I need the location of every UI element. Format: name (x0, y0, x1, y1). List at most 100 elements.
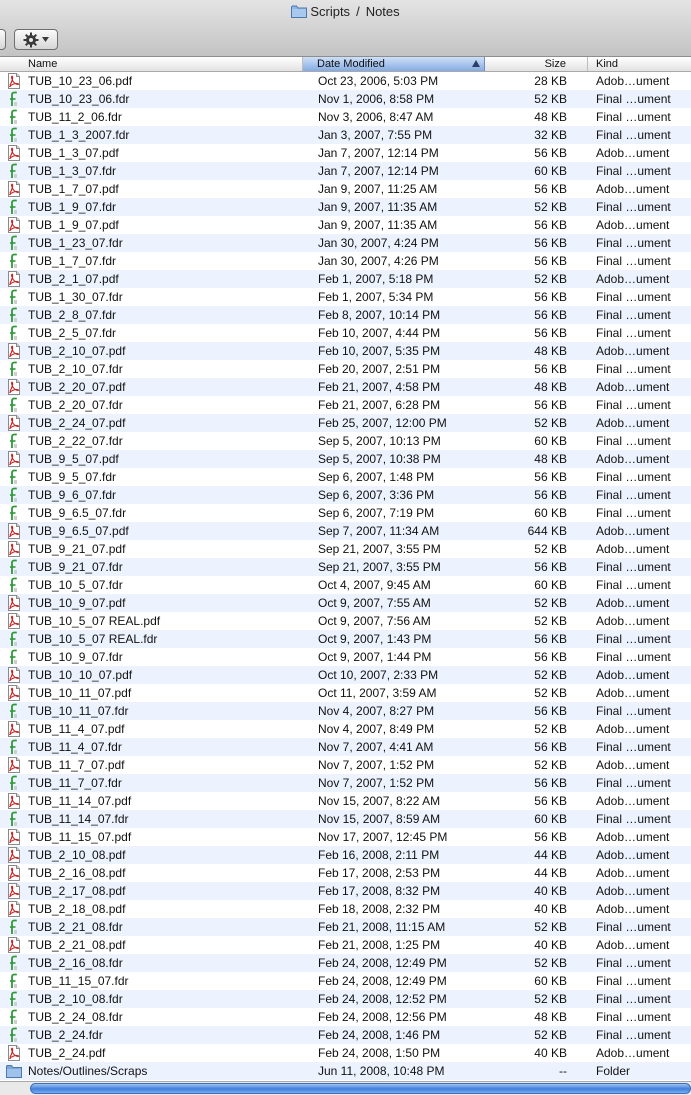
pdf-file-icon (6, 541, 22, 557)
file-row[interactable]: TUB_10_23_06.fdr Nov 1, 2006, 8:58 PM 52 K… (0, 90, 691, 108)
file-row[interactable]: TUB_2_16_08.pdf Feb 17, 2008, 2:53 PM 44 K… (0, 864, 691, 882)
file-row[interactable]: TUB_2_8_07.fdr Feb 8, 2007, 10:14 PM 56 KB… (0, 306, 691, 324)
file-row[interactable]: TUB_10_9_07.pdf Oct 9, 2007, 7:55 AM 52 KB… (0, 594, 691, 612)
file-row[interactable]: TUB_10_11_07.fdr Nov 4, 2007, 8:27 PM 56 K… (0, 702, 691, 720)
file-row[interactable]: TUB_11_15_07.fdr Feb 24, 2008, 12:49 PM 60… (0, 972, 691, 990)
file-row[interactable]: TUB_10_11_07.pdf Oct 11, 2007, 3:59 AM 52 … (0, 684, 691, 702)
file-row[interactable]: TUB_2_16_08.fdr Feb 24, 2008, 12:49 PM 52 … (0, 954, 691, 972)
file-row[interactable]: TUB_11_7_07.fdr Nov 7, 2007, 1:52 PM 56 KB… (0, 774, 691, 792)
title-current-folder: Notes (365, 4, 400, 19)
file-date-modified: Feb 24, 2008, 1:50 PM (318, 1046, 441, 1060)
file-row[interactable]: TUB_11_2_06.fdr Nov 3, 2006, 8:47 AM 48 KB… (0, 108, 691, 126)
folder-row[interactable]: Notes/Outlines/Scraps Jun 11, 2008, 10:48… (0, 1062, 691, 1080)
file-size: 56 KB (534, 290, 567, 304)
file-row[interactable]: TUB_10_10_07.pdf Oct 10, 2007, 2:33 PM 52 … (0, 666, 691, 684)
final-draft-file-icon (6, 559, 22, 575)
file-row[interactable]: TUB_11_7_07.pdf Nov 7, 2007, 1:52 PM 52 KB… (0, 756, 691, 774)
file-row[interactable]: TUB_2_5_07.fdr Feb 10, 2007, 4:44 PM 56 KB… (0, 324, 691, 342)
file-size: 52 KB (534, 722, 567, 736)
file-row[interactable]: TUB_2_10_08.fdr Feb 24, 2008, 12:52 PM 52 … (0, 990, 691, 1008)
file-date-modified: Feb 18, 2008, 2:32 PM (318, 902, 441, 916)
file-kind: Adob…ument (596, 146, 670, 160)
file-row[interactable]: TUB_2_21_08.pdf Feb 21, 2008, 1:25 PM 40 K… (0, 936, 691, 954)
final-draft-file-icon (6, 955, 22, 971)
file-row[interactable]: TUB_1_30_07.fdr Feb 1, 2007, 5:34 PM 56 KB… (0, 288, 691, 306)
file-size: 56 KB (534, 740, 567, 754)
file-row[interactable]: TUB_9_6_07.fdr Sep 6, 2007, 3:36 PM 56 KB F… (0, 486, 691, 504)
file-row[interactable]: TUB_9_6.5_07.fdr Sep 6, 2007, 7:19 PM 60 K… (0, 504, 691, 522)
file-row[interactable]: TUB_2_20_07.pdf Feb 21, 2007, 4:58 PM 48 K… (0, 378, 691, 396)
file-size: -- (559, 1064, 567, 1078)
file-name: TUB_2_24.pdf (28, 1046, 106, 1060)
file-row[interactable]: TUB_2_24_07.pdf Feb 25, 2007, 12:00 PM 52 … (0, 414, 691, 432)
file-row[interactable]: TUB_10_23_06.pdf Oct 23, 2006, 5:03 PM 28 … (0, 72, 691, 90)
file-row[interactable]: TUB_11_14_07.fdr Nov 15, 2007, 8:59 AM 60 … (0, 810, 691, 828)
file-name: TUB_2_16_08.pdf (28, 866, 126, 880)
file-row[interactable]: TUB_1_3_2007.fdr Jan 3, 2007, 7:55 PM 32 K… (0, 126, 691, 144)
file-kind: Adob…ument (596, 848, 670, 862)
file-row[interactable]: TUB_2_22_07.fdr Sep 5, 2007, 10:13 PM 60 K… (0, 432, 691, 450)
file-row[interactable]: TUB_11_4_07.fdr Nov 7, 2007, 4:41 AM 56 KB… (0, 738, 691, 756)
file-row[interactable]: TUB_10_5_07.fdr Oct 4, 2007, 9:45 AM 60 KB… (0, 576, 691, 594)
file-kind: Final …ument (596, 470, 671, 484)
file-row[interactable]: TUB_9_21_07.pdf Sep 21, 2007, 3:55 PM 52 K… (0, 540, 691, 558)
file-kind: Final …ument (596, 1028, 671, 1042)
column-header-name[interactable]: Name (0, 57, 303, 71)
file-size: 56 KB (534, 488, 567, 502)
file-row[interactable]: TUB_11_14_07.pdf Nov 15, 2007, 8:22 AM 56 … (0, 792, 691, 810)
file-size: 56 KB (534, 326, 567, 340)
file-row[interactable]: TUB_1_23_07.fdr Jan 30, 2007, 4:24 PM 56 K… (0, 234, 691, 252)
file-date-modified: Oct 4, 2007, 9:45 AM (318, 578, 431, 592)
file-kind: Final …ument (596, 362, 671, 376)
file-row[interactable]: TUB_2_24.pdf Feb 24, 2008, 1:50 PM 40 KB Ad… (0, 1044, 691, 1062)
final-draft-file-icon (6, 649, 22, 665)
file-row[interactable]: TUB_2_10_07.fdr Feb 20, 2007, 2:51 PM 56 K… (0, 360, 691, 378)
file-kind: Adob…ument (596, 722, 670, 736)
file-row[interactable]: TUB_9_5_07.pdf Sep 5, 2007, 10:38 PM 48 KB… (0, 450, 691, 468)
file-size: 56 KB (534, 794, 567, 808)
column-header-kind[interactable]: Kind (588, 57, 691, 71)
file-row[interactable]: TUB_10_9_07.fdr Oct 9, 2007, 1:44 PM 56 KB… (0, 648, 691, 666)
file-row[interactable]: TUB_1_7_07.pdf Jan 9, 2007, 11:25 AM 56 KB… (0, 180, 691, 198)
file-name: TUB_2_1_07.pdf (28, 272, 119, 286)
file-row[interactable]: TUB_1_7_07.fdr Jan 30, 2007, 4:26 PM 56 KB… (0, 252, 691, 270)
file-date-modified: Feb 10, 2007, 4:44 PM (318, 326, 441, 340)
toolbar-left-button[interactable] (0, 29, 6, 50)
file-row[interactable]: TUB_2_1_07.pdf Feb 1, 2007, 5:18 PM 52 KB A… (0, 270, 691, 288)
file-row[interactable]: TUB_2_17_08.pdf Feb 17, 2008, 8:32 PM 40 K… (0, 882, 691, 900)
file-row[interactable]: TUB_11_15_07.pdf Nov 17, 2007, 12:45 PM 56… (0, 828, 691, 846)
file-size: 644 KB (527, 524, 567, 538)
pdf-file-icon (6, 271, 22, 287)
horizontal-scrollbar[interactable] (0, 1081, 691, 1095)
folder-icon (6, 1063, 22, 1079)
file-date-modified: Sep 6, 2007, 7:19 PM (318, 506, 435, 520)
file-row[interactable]: TUB_11_4_07.pdf Nov 4, 2007, 8:49 PM 52 KB… (0, 720, 691, 738)
column-header-size[interactable]: Size (485, 57, 588, 71)
file-row[interactable]: TUB_2_20_07.fdr Feb 21, 2007, 6:28 PM 56 K… (0, 396, 691, 414)
file-row[interactable]: TUB_1_9_07.pdf Jan 9, 2007, 11:35 AM 56 KB… (0, 216, 691, 234)
file-date-modified: Oct 9, 2007, 1:43 PM (318, 632, 432, 646)
file-row[interactable]: TUB_2_10_07.pdf Feb 10, 2007, 5:35 PM 48 K… (0, 342, 691, 360)
file-row[interactable]: TUB_2_24.fdr Feb 24, 2008, 1:46 PM 52 KB Fi… (0, 1026, 691, 1044)
scrollbar-thumb[interactable] (30, 1083, 691, 1094)
action-menu-button[interactable] (14, 29, 58, 50)
file-kind: Adob…ument (596, 542, 670, 556)
file-row[interactable]: TUB_1_3_07.pdf Jan 7, 2007, 12:14 PM 56 KB… (0, 144, 691, 162)
file-row[interactable]: TUB_10_5_07 REAL.fdr Oct 9, 2007, 1:43 PM… (0, 630, 691, 648)
file-row[interactable]: TUB_1_9_07.fdr Jan 9, 2007, 11:35 AM 52 KB… (0, 198, 691, 216)
column-header-date-modified[interactable]: Date Modified (303, 57, 485, 71)
final-draft-file-icon (6, 577, 22, 593)
file-row[interactable]: TUB_2_10_08.pdf Feb 16, 2008, 2:11 PM 44 K… (0, 846, 691, 864)
file-row[interactable]: TUB_1_3_07.fdr Jan 7, 2007, 12:14 PM 60 KB… (0, 162, 691, 180)
file-name: Notes/Outlines/Scraps (28, 1064, 148, 1078)
file-name: TUB_1_3_07.pdf (28, 146, 119, 160)
file-row[interactable]: TUB_9_21_07.fdr Sep 21, 2007, 3:55 PM 56 K… (0, 558, 691, 576)
file-row[interactable]: TUB_2_21_08.fdr Feb 21, 2008, 11:15 AM 52 … (0, 918, 691, 936)
file-kind: Final …ument (596, 992, 671, 1006)
final-draft-file-icon (6, 325, 22, 341)
file-row[interactable]: TUB_10_5_07 REAL.pdf Oct 9, 2007, 7:56 AM… (0, 612, 691, 630)
file-row[interactable]: TUB_2_24_08.fdr Feb 24, 2008, 12:56 PM 48 … (0, 1008, 691, 1026)
file-row[interactable]: TUB_2_18_08.pdf Feb 18, 2008, 2:32 PM 40 K… (0, 900, 691, 918)
file-row[interactable]: TUB_9_6.5_07.pdf Sep 7, 2007, 11:34 AM 644… (0, 522, 691, 540)
file-row[interactable]: TUB_9_5_07.fdr Sep 6, 2007, 1:48 PM 56 KB F… (0, 468, 691, 486)
